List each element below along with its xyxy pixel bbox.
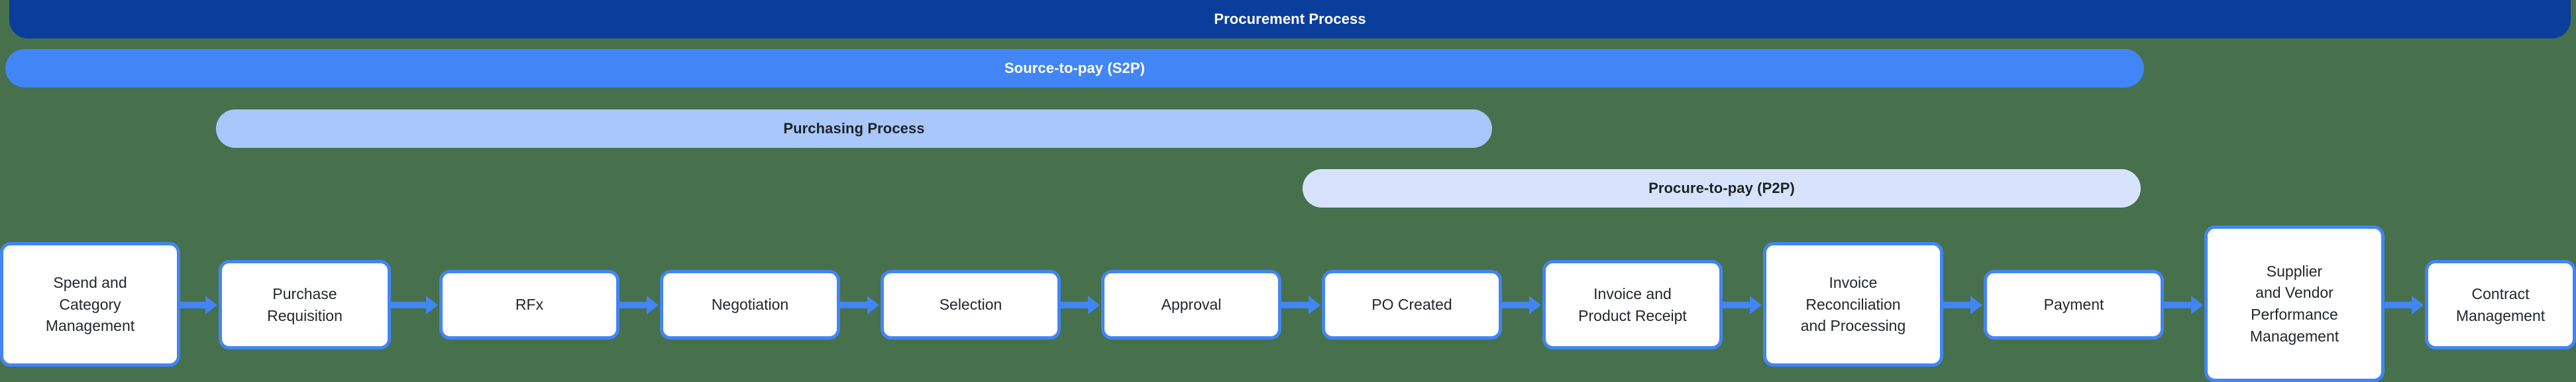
step-label-negotiation: Negotiation bbox=[711, 296, 789, 314]
arrow-invoice-receipt-to-reconciliation bbox=[1723, 302, 1751, 308]
arrow-negotiation-to-selection bbox=[840, 302, 869, 308]
step-box-purchase-requisition[interactable]: Purchase Requisition bbox=[219, 260, 391, 350]
arrow-rfx-to-negotiation bbox=[619, 302, 648, 308]
step-label-rfx: RFx bbox=[515, 296, 544, 314]
arrow-selection-to-approval bbox=[1061, 302, 1089, 308]
arrow-purchase-requisition-to-rfx bbox=[391, 302, 427, 308]
step-box-selection[interactable]: Selection bbox=[881, 270, 1061, 340]
step-label-invoice-reconciliation-and-processing: Invoice Reconciliation and Processing bbox=[1800, 274, 1906, 335]
step-label-contract-management: Contract Management bbox=[2455, 285, 2546, 324]
phase-bar-procure-to-pay: Procure-to-pay (P2P) bbox=[1303, 169, 2141, 208]
step-box-invoice-reconciliation-and-processing[interactable]: Invoice Reconciliation and Processing bbox=[1763, 242, 1943, 367]
step-box-rfx[interactable]: RFx bbox=[439, 270, 619, 340]
phase-bar-source-to-pay: Source-to-pay (S2P) bbox=[5, 49, 2144, 88]
step-label-invoice-and-product-receipt: Invoice and Product Receipt bbox=[1578, 285, 1687, 324]
step-label-purchase-requisition: Purchase Requisition bbox=[267, 285, 343, 324]
step-label-approval: Approval bbox=[1161, 296, 1222, 314]
arrow-supplier-performance-to-contract-management bbox=[2385, 302, 2413, 308]
step-box-payment[interactable]: Payment bbox=[1984, 270, 2164, 340]
step-box-contract-management[interactable]: Contract Management bbox=[2425, 260, 2576, 350]
step-box-invoice-and-product-receipt[interactable]: Invoice and Product Receipt bbox=[1542, 260, 1723, 350]
phase-label-procure-to-pay: Procure-to-pay (P2P) bbox=[1648, 180, 1795, 196]
arrow-reconciliation-to-payment bbox=[1943, 302, 1972, 308]
phase-bar-procurement-process: Procurement Process bbox=[9, 0, 2571, 38]
step-label-payment: Payment bbox=[2043, 296, 2104, 314]
procurement-process-diagram: Procurement Process Source-to-pay (S2P) … bbox=[0, 0, 2576, 382]
arrow-spend-to-purchase-requisition bbox=[180, 302, 207, 308]
step-label-supplier-and-vendor-performance-management: Supplier and Vendor Performance Manageme… bbox=[2249, 262, 2339, 345]
arrow-payment-to-supplier-performance bbox=[2164, 302, 2192, 308]
step-label-selection: Selection bbox=[939, 296, 1002, 314]
phase-label-procurement-process: Procurement Process bbox=[1214, 11, 1366, 27]
step-label-spend-and-category-management: Spend and Category Management bbox=[45, 274, 135, 335]
step-box-supplier-and-vendor-performance-management[interactable]: Supplier and Vendor Performance Manageme… bbox=[2204, 225, 2385, 382]
step-box-po-created[interactable]: PO Created bbox=[1322, 270, 1502, 340]
phase-label-source-to-pay: Source-to-pay (S2P) bbox=[1004, 60, 1146, 76]
step-box-negotiation[interactable]: Negotiation bbox=[660, 270, 840, 340]
phase-label-purchasing-process: Purchasing Process bbox=[783, 120, 925, 137]
step-label-po-created: PO Created bbox=[1371, 296, 1452, 314]
arrow-po-created-to-invoice-and-product-receipt bbox=[1502, 302, 1530, 308]
step-box-spend-and-category-management[interactable]: Spend and Category Management bbox=[0, 242, 180, 367]
arrow-approval-to-po-created bbox=[1281, 302, 1310, 308]
phase-bar-purchasing-process: Purchasing Process bbox=[216, 109, 1492, 148]
step-box-approval[interactable]: Approval bbox=[1101, 270, 1281, 340]
